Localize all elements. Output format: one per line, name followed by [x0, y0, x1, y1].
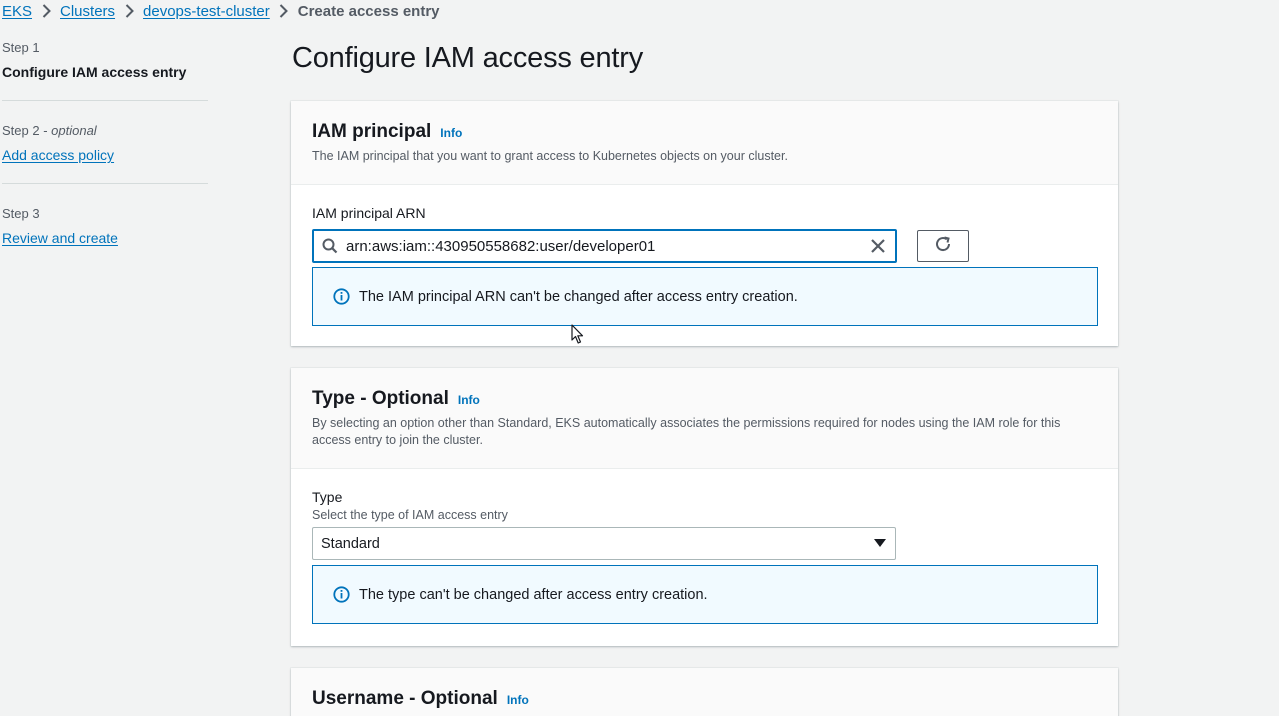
type-field-sublabel: Select the type of IAM access entry [312, 508, 508, 522]
iam-principal-header: IAM principal Info The IAM principal tha… [291, 101, 1118, 185]
breadcrumb-current: Create access entry [297, 2, 440, 20]
arn-alert-text: The IAM principal ARN can't be changed a… [359, 288, 798, 305]
username-title: Username - Optional [312, 688, 498, 709]
type-field-label: Type [312, 489, 343, 505]
step-1-number: Step 1 [2, 40, 40, 55]
refresh-icon [934, 235, 952, 258]
iam-principal-panel: IAM principal Info The IAM principal tha… [291, 101, 1118, 346]
type-heading: Type - Optional Info [312, 388, 1098, 410]
arn-search-field[interactable] [312, 229, 897, 263]
type-info-alert: The type can't be changed after access e… [312, 565, 1098, 624]
chevron-right-icon [115, 4, 143, 18]
arn-row [312, 229, 1098, 263]
step-2: Step 2 - optional Add access policy [2, 123, 208, 184]
breadcrumb-cluster-name[interactable]: devops-test-cluster [143, 3, 270, 20]
type-info-link[interactable]: Info [458, 393, 480, 407]
type-panel: Type - Optional Info By selecting an opt… [291, 368, 1118, 646]
type-select[interactable]: Standard [312, 527, 896, 560]
username-panel: Username - Optional Info [291, 668, 1118, 716]
arn-info-alert: The IAM principal ARN can't be changed a… [312, 267, 1098, 326]
type-description: By selecting an option other than Standa… [312, 416, 1061, 447]
step-2-number: Step 2 - optional [2, 123, 208, 138]
type-select-value: Standard [321, 535, 380, 552]
iam-principal-info-link[interactable]: Info [440, 126, 462, 140]
chevron-right-icon [270, 4, 298, 18]
breadcrumb-clusters[interactable]: Clusters [60, 3, 115, 20]
iam-principal-heading: IAM principal Info [312, 121, 1098, 143]
username-heading: Username - Optional Info [312, 688, 1098, 710]
step-3: Step 3 Review and create [2, 206, 208, 266]
type-header: Type - Optional Info By selecting an opt… [291, 368, 1118, 469]
iam-principal-title: IAM principal [312, 121, 432, 142]
step-1-label: Configure IAM access entry [2, 64, 187, 80]
chevron-right-icon [32, 4, 60, 18]
search-icon [314, 238, 346, 254]
info-circle-icon [333, 586, 351, 604]
clear-icon[interactable] [861, 239, 895, 253]
breadcrumb: EKS Clusters devops-test-cluster Create … [2, 0, 440, 22]
type-alert-text: The type can't be changed after access e… [359, 586, 708, 603]
arn-field-label: IAM principal ARN [312, 205, 426, 221]
caret-down-icon [874, 536, 886, 552]
refresh-button[interactable] [917, 230, 969, 262]
username-header: Username - Optional Info [291, 668, 1118, 716]
mouse-cursor-icon [571, 324, 585, 350]
arn-input[interactable] [346, 231, 861, 261]
iam-principal-description: The IAM principal that you want to grant… [312, 149, 788, 163]
breadcrumb-eks[interactable]: EKS [2, 3, 32, 20]
step-2-num-text: Step 2 - [2, 123, 48, 138]
step-1: Step 1 Configure IAM access entry [2, 40, 208, 101]
type-body: Type Select the type of IAM access entry… [291, 469, 1118, 624]
info-circle-icon [333, 288, 351, 306]
type-title: Type - Optional [312, 388, 449, 409]
wizard-steps: Step 1 Configure IAM access entry Step 2… [2, 40, 208, 288]
step-3-number: Step 3 [2, 206, 40, 221]
step-3-link[interactable]: Review and create [2, 230, 208, 246]
page-title: Configure IAM access entry [292, 42, 643, 74]
step-2-link[interactable]: Add access policy [2, 147, 208, 163]
step-2-optional: optional [51, 123, 97, 138]
username-info-link[interactable]: Info [507, 693, 529, 707]
iam-principal-body: IAM principal ARN The IAM princi [291, 185, 1118, 326]
